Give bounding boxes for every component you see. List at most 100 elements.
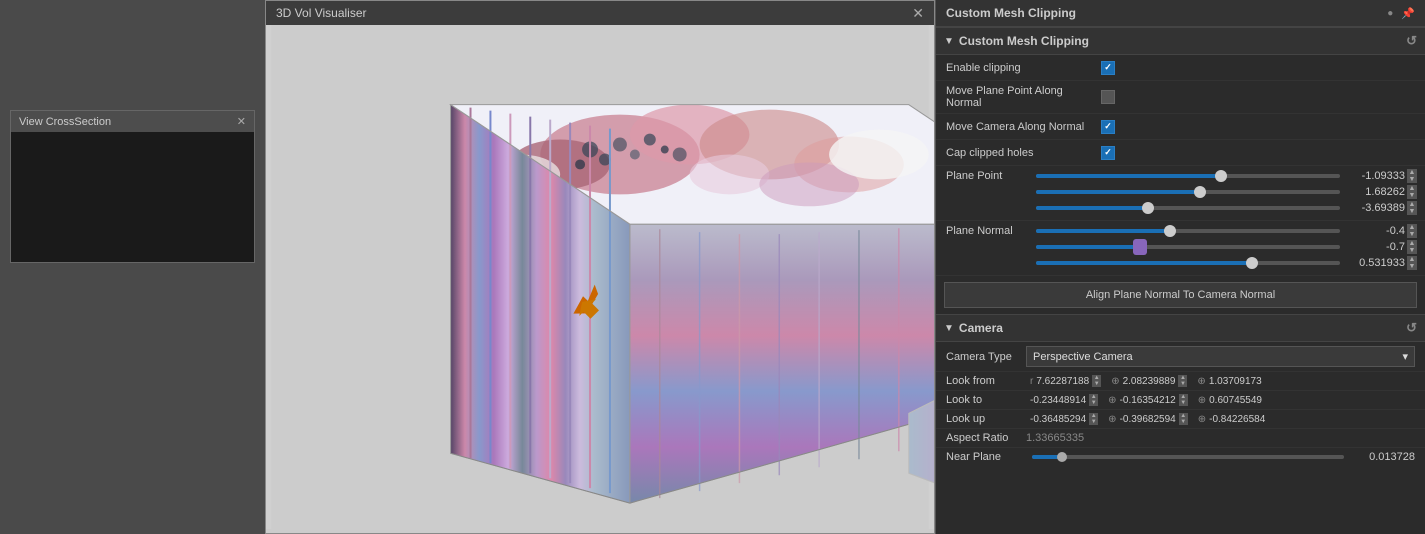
camera-arrow: ▼ <box>944 323 954 334</box>
normal-spin-up-1[interactable]: ▲ <box>1407 224 1417 231</box>
slider-fill-2 <box>1036 190 1203 194</box>
plane-point-slider-2[interactable] <box>1036 185 1340 199</box>
section-label: Custom Mesh Clipping <box>959 34 1089 48</box>
move-plane-point-label: Move Plane Point Along Normal <box>946 85 1101 109</box>
look-to-row: Look to -0.23448914 ▲ ▼ ⊕ -0.16354212 ▲ … <box>936 391 1425 410</box>
look-to-v1-spin: ▲ ▼ <box>1089 394 1098 406</box>
left-panel: View CrossSection ✕ <box>0 0 265 534</box>
spin-up-1[interactable]: ▲ <box>1407 169 1417 176</box>
look-to-v1: -0.23448914 <box>1030 395 1086 406</box>
reset-icon[interactable]: ↺ <box>1406 33 1417 49</box>
look-to-v2-down[interactable]: ▼ <box>1179 400 1188 406</box>
enable-clipping-checkbox[interactable]: ✓ <box>1101 61 1115 75</box>
normal-spin-down-1[interactable]: ▼ <box>1407 231 1417 238</box>
move-camera-value: ✓ <box>1101 120 1415 134</box>
look-from-y-group: ⊕ 1.03709173 <box>1197 376 1261 387</box>
spin-up-2[interactable]: ▲ <box>1407 185 1417 192</box>
near-plane-row: Near Plane 0.013728 <box>936 448 1425 466</box>
look-from-y-value: 1.03709173 <box>1209 376 1262 387</box>
look-to-v1-down[interactable]: ▼ <box>1089 400 1098 406</box>
normal-spin-down-2[interactable]: ▼ <box>1407 247 1417 254</box>
plane-normal-spin-3: ▲ ▼ <box>1407 256 1417 270</box>
look-from-x-down[interactable]: ▼ <box>1178 381 1187 387</box>
camera-type-dropdown[interactable]: Perspective Camera ▾ <box>1026 346 1415 367</box>
plane-point-slider-3-row: -3.69389 ▲ ▼ <box>946 201 1417 215</box>
normal-spin-up-3[interactable]: ▲ <box>1407 256 1417 263</box>
pin-icon[interactable]: 📌 <box>1401 7 1415 20</box>
chevron-down-icon: ▾ <box>1402 350 1408 363</box>
visualiser-close[interactable]: ✕ <box>912 6 924 20</box>
normal-spin-down-3[interactable]: ▼ <box>1407 263 1417 270</box>
align-button[interactable]: Align Plane Normal To Camera Normal <box>944 282 1417 308</box>
look-to-v2-spin: ▲ ▼ <box>1179 394 1188 406</box>
look-from-r-down[interactable]: ▼ <box>1092 381 1101 387</box>
spin-down-3[interactable]: ▼ <box>1407 208 1417 215</box>
cap-clipped-row: Cap clipped holes ✓ <box>936 140 1425 166</box>
normal-slider-thumb-2-purple[interactable] <box>1133 239 1147 255</box>
look-up-v2-group: ⊕ -0.39682594 ▲ ▼ <box>1108 413 1188 425</box>
normal-slider-fill-2 <box>1036 245 1142 249</box>
look-from-x-spin: ▲ ▼ <box>1178 375 1187 387</box>
normal-slider-fill-1 <box>1036 229 1173 233</box>
visualiser-content <box>266 25 934 529</box>
cross-section-close[interactable]: ✕ <box>237 115 246 128</box>
plane-normal-spin-2: ▲ ▼ <box>1407 240 1417 254</box>
move-camera-checkbox[interactable]: ✓ <box>1101 120 1115 134</box>
look-up-v1-down[interactable]: ▼ <box>1089 419 1098 425</box>
plane-normal-group: Plane Normal -0.4 ▲ ▼ -0.7 <box>936 221 1425 276</box>
near-plane-thumb[interactable] <box>1057 452 1067 462</box>
section-arrow: ▼ <box>944 36 954 47</box>
look-from-row: Look from r 7.62287188 ▲ ▼ ⊕ 2.08239889 … <box>936 372 1425 391</box>
move-plane-point-row: Move Plane Point Along Normal <box>936 81 1425 114</box>
look-up-v2-spin: ▲ ▼ <box>1179 413 1188 425</box>
camera-section-header[interactable]: ▼ Camera ↺ <box>936 314 1425 342</box>
plane-point-value-2: 1.68262 <box>1340 186 1405 198</box>
look-from-r-spin: ▲ ▼ <box>1092 375 1101 387</box>
plane-point-slider-1-row: Plane Point -1.09333 ▲ ▼ <box>946 169 1417 183</box>
look-from-r-group: r 7.62287188 ▲ ▼ <box>1030 375 1101 387</box>
look-to-label: Look to <box>946 394 1026 406</box>
plane-normal-slider-2[interactable] <box>1036 240 1340 254</box>
plane-normal-slider-1[interactable] <box>1036 224 1340 238</box>
spin-down-2[interactable]: ▼ <box>1407 192 1417 199</box>
spin-down-1[interactable]: ▼ <box>1407 176 1417 183</box>
cross-section-header: View CrossSection ✕ <box>11 111 254 132</box>
slider-thumb-1[interactable] <box>1215 170 1227 182</box>
near-plane-label: Near Plane <box>946 451 1026 463</box>
normal-spin-up-2[interactable]: ▲ <box>1407 240 1417 247</box>
plane-normal-value-3: 0.531933 <box>1340 257 1405 269</box>
near-plane-slider[interactable] <box>1032 455 1344 459</box>
slider-thumb-3[interactable] <box>1142 202 1154 214</box>
slider-thumb-2[interactable] <box>1194 186 1206 198</box>
cross-section-title: View CrossSection <box>19 116 111 128</box>
plane-normal-slider-3-row: 0.531933 ▲ ▼ <box>946 256 1417 270</box>
move-plane-point-value <box>1101 90 1415 104</box>
move-plane-point-checkbox[interactable] <box>1101 90 1115 104</box>
plane-point-label: Plane Point <box>946 170 1036 182</box>
center-panel: 3D Vol Visualiser ✕ <box>265 0 935 534</box>
normal-slider-thumb-1[interactable] <box>1164 225 1176 237</box>
section-header-clipping[interactable]: ▼ Custom Mesh Clipping ↺ <box>936 27 1425 55</box>
look-from-r-value: 7.62287188 <box>1036 376 1089 387</box>
aspect-ratio-row: Aspect Ratio 1.33665335 <box>936 429 1425 448</box>
look-from-x-label: ⊕ <box>1111 376 1119 387</box>
camera-reset-icon[interactable]: ↺ <box>1406 320 1417 336</box>
slider-fill-3 <box>1036 206 1152 210</box>
look-from-label: Look from <box>946 375 1026 387</box>
plane-point-slider-1[interactable] <box>1036 169 1340 183</box>
camera-type-row: Camera Type Perspective Camera ▾ <box>936 342 1425 372</box>
plane-normal-slider-3[interactable] <box>1036 256 1340 270</box>
look-up-v2: -0.39682594 <box>1120 414 1176 425</box>
look-up-v2-down[interactable]: ▼ <box>1179 419 1188 425</box>
normal-slider-thumb-3[interactable] <box>1246 257 1258 269</box>
plane-normal-value-1: -0.4 <box>1340 225 1405 237</box>
plane-normal-spin-1: ▲ ▼ <box>1407 224 1417 238</box>
look-from-r-label: r <box>1030 376 1033 387</box>
plane-point-group: Plane Point -1.09333 ▲ ▼ 1.6 <box>936 166 1425 221</box>
cap-clipped-checkbox[interactable]: ✓ <box>1101 146 1115 160</box>
plane-point-slider-3[interactable] <box>1036 201 1340 215</box>
look-to-v2-group: ⊕ -0.16354212 ▲ ▼ <box>1108 394 1188 406</box>
spin-up-3[interactable]: ▲ <box>1407 201 1417 208</box>
plane-normal-value-2: -0.7 <box>1340 241 1405 253</box>
look-up-v3-group: ⊕ -0.84226584 <box>1198 414 1266 425</box>
